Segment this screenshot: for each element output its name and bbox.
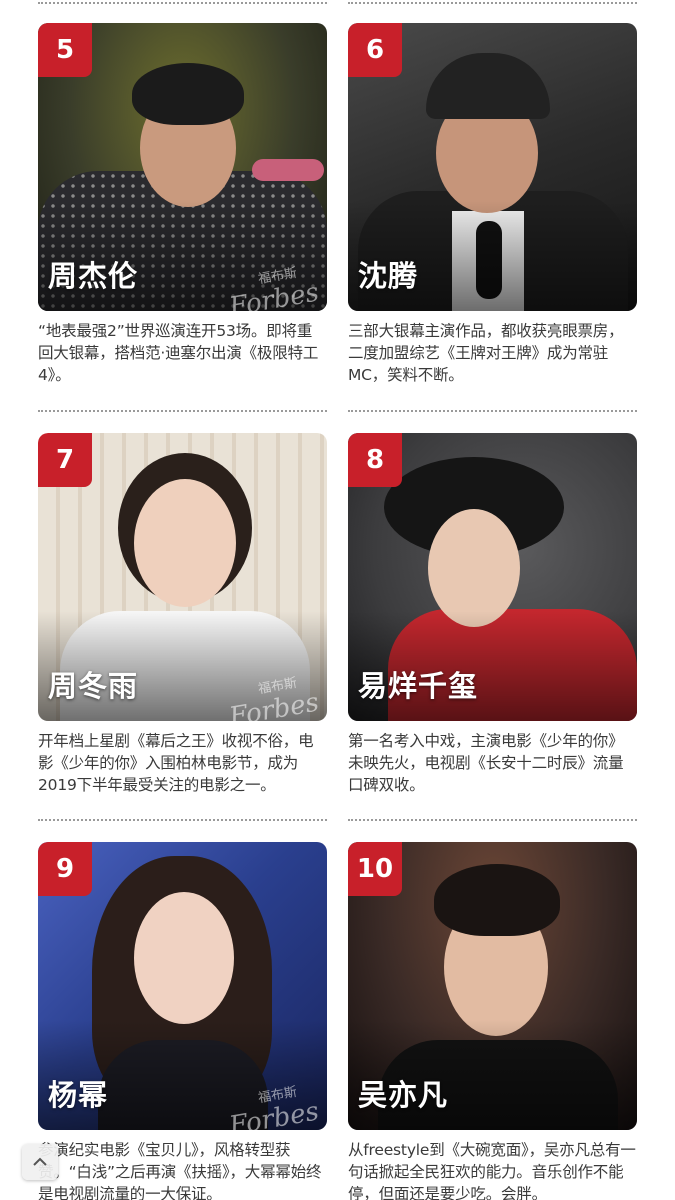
- celebrity-description: “地表最强2”世界巡演连开53场。即将重回大银幕，搭档范·迪塞尔出演《极限特工4…: [38, 322, 319, 384]
- chevron-up-icon: [33, 1157, 47, 1166]
- celebrity-description: 参演纪实电影《宝贝儿》，风格转型获赞。“白浅”之后再演《扶摇》，大幂幂始终是电视…: [38, 1141, 322, 1200]
- divider: [38, 819, 327, 821]
- celebrity-name: 周冬雨: [48, 669, 139, 703]
- divider-top: [38, 2, 327, 4]
- cap-shape: [426, 53, 550, 119]
- celebrity-photo[interactable]: 8 易烊千玺: [348, 433, 637, 721]
- rank-badge: 10: [348, 842, 402, 896]
- celebrity-name: 吴亦凡: [358, 1078, 449, 1112]
- celebrity-card[interactable]: 6 沈腾 三部大银幕主演作品，都收获亮眼票房，二度加盟综艺《王牌对王牌》成为常驻…: [348, 23, 637, 386]
- celebrity-card[interactable]: 10 吴亦凡 从freestyle到《大碗宽面》，吴亦凡总有一句话掀起全民狂欢的…: [348, 842, 637, 1200]
- microphone-icon: [252, 159, 324, 181]
- celebrity-photo[interactable]: 5 周杰伦 福布斯 Forbes: [38, 23, 327, 311]
- celebrity-photo[interactable]: 7 周冬雨 福布斯 Forbes: [38, 433, 327, 721]
- celebrity-card[interactable]: 5 周杰伦 福布斯 Forbes “地表最强2”世界巡演连开53场。即将重回大银幕…: [38, 23, 327, 386]
- celebrity-name: 周杰伦: [48, 259, 139, 293]
- rank-badge: 8: [348, 433, 402, 487]
- face-shape: [134, 479, 236, 607]
- celebrity-photo[interactable]: 9 杨幂 福布斯 Forbes: [38, 842, 327, 1130]
- rank-badge: 6: [348, 23, 402, 77]
- back-to-top-button[interactable]: [22, 1144, 58, 1180]
- celebrity-photo[interactable]: 10 吴亦凡: [348, 842, 637, 1130]
- face-shape: [134, 892, 234, 1024]
- hair-shape: [132, 63, 244, 125]
- rank-badge: 9: [38, 842, 92, 896]
- celebrity-card[interactable]: 9 杨幂 福布斯 Forbes 参演纪实电影《宝贝儿》，风格转型获赞。“白浅”之后…: [38, 842, 327, 1200]
- celebrity-description: 开年档上星剧《幕后之王》收视不俗，电影《少年的你》入围柏林电影节，成为2019下…: [38, 732, 314, 794]
- celebrity-name: 沈腾: [358, 259, 419, 293]
- face-shape: [428, 509, 520, 627]
- celebrity-name: 易烊千玺: [358, 669, 479, 703]
- celebrity-description: 第一名考入中戏，主演电影《少年的你》未映先火，电视剧《长安十二时辰》流量口碑双收…: [348, 732, 624, 794]
- celebrity-photo[interactable]: 6 沈腾: [348, 23, 637, 311]
- celebrity-description: 三部大银幕主演作品，都收获亮眼票房，二度加盟综艺《王牌对王牌》成为常驻MC，笑料…: [348, 322, 624, 384]
- rank-badge: 5: [38, 23, 92, 77]
- celebrity-description: 从freestyle到《大碗宽面》，吴亦凡总有一句话掀起全民狂欢的能力。音乐创作…: [348, 1141, 636, 1200]
- divider: [38, 410, 327, 412]
- celebrity-card[interactable]: 7 周冬雨 福布斯 Forbes 开年档上星剧《幕后之王》收视不俗，电影《少年的你…: [38, 433, 327, 796]
- celebrity-card[interactable]: 8 易烊千玺 第一名考入中戏，主演电影《少年的你》未映先火，电视剧《长安十二时辰…: [348, 433, 637, 796]
- hair-shape: [434, 864, 560, 936]
- celebrity-name: 杨幂: [48, 1078, 109, 1112]
- rank-badge: 7: [38, 433, 92, 487]
- divider-top: [348, 2, 637, 4]
- divider: [348, 410, 637, 412]
- divider: [348, 819, 637, 821]
